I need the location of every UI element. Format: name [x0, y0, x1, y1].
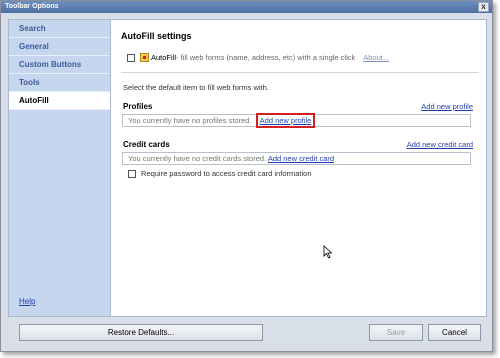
autofill-panel: AutoFill settings AutoFill - fill web fo…	[111, 19, 487, 317]
add-new-credit-card-inline-link[interactable]: Add new credit card	[268, 154, 334, 163]
credit-cards-label: Credit cards	[123, 140, 170, 149]
title-bar: Toolbar Options x	[1, 1, 492, 13]
profiles-label: Profiles	[123, 102, 153, 111]
divider	[121, 72, 479, 73]
autofill-feature-desc: - fill web forms (name, address, etc) wi…	[176, 53, 356, 62]
sidebar-item-autofill[interactable]: AutoFill	[9, 92, 110, 110]
help-link[interactable]: Help	[19, 297, 35, 306]
select-default-text: Select the default item to fill web form…	[123, 83, 269, 92]
profiles-box: You currently have no profiles stored. A…	[122, 113, 471, 128]
sidebar-item-search[interactable]: Search	[9, 20, 110, 38]
sidebar-item-tools[interactable]: Tools	[9, 74, 110, 92]
page-title: AutoFill settings	[121, 31, 192, 41]
autofill-enable-checkbox[interactable]	[127, 53, 135, 62]
credit-cards-box: You currently have no credit cards store…	[122, 152, 471, 165]
require-password-label: Require password to access credit card i…	[141, 169, 312, 178]
add-new-profile-link[interactable]: Add new profile	[421, 102, 473, 111]
toolbar-options-dialog: Toolbar Options x Search General Custom …	[0, 0, 493, 352]
profiles-empty-text: You currently have no profiles stored.	[128, 116, 252, 125]
autofill-enable-row: AutoFill - fill web forms (name, address…	[127, 53, 389, 62]
about-link[interactable]: About...	[363, 53, 389, 62]
require-password-row: Require password to access credit card i…	[128, 169, 312, 178]
close-icon[interactable]: x	[478, 2, 489, 12]
cancel-button[interactable]: Cancel	[428, 324, 481, 341]
add-new-credit-card-link[interactable]: Add new credit card	[407, 140, 473, 149]
mouse-cursor-icon	[323, 245, 333, 259]
autofill-feature-name: AutoFill	[151, 53, 177, 62]
sidebar-item-general[interactable]: General	[9, 38, 110, 56]
add-new-profile-inline-link[interactable]: Add new profile	[255, 113, 316, 128]
require-password-checkbox[interactable]	[128, 169, 136, 178]
window-title: Toolbar Options	[5, 3, 59, 10]
dialog-footer: Restore Defaults... Save Cancel	[1, 317, 492, 351]
sidebar-item-custom-buttons[interactable]: Custom Buttons	[9, 56, 110, 74]
credit-cards-empty-text: You currently have no credit cards store…	[128, 154, 267, 163]
autofill-icon	[140, 53, 149, 62]
sidebar: Search General Custom Buttons Tools Auto…	[8, 19, 111, 317]
save-button[interactable]: Save	[369, 324, 423, 341]
restore-defaults-button[interactable]: Restore Defaults...	[19, 324, 263, 341]
